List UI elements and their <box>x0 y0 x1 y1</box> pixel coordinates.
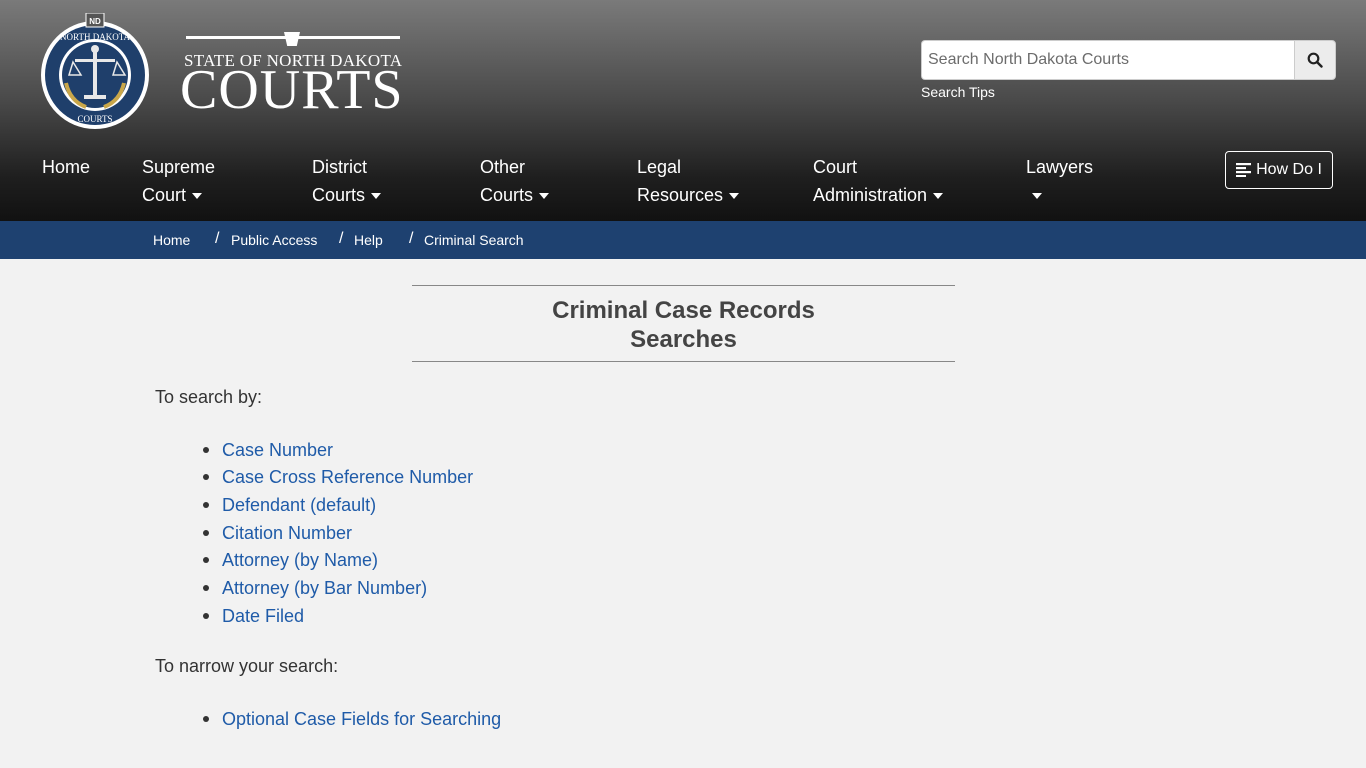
link-citation-number[interactable]: Citation Number <box>222 521 352 545</box>
search-by-label: To search by: <box>155 387 263 407</box>
how-do-i-button[interactable]: How Do I <box>1225 151 1333 189</box>
bullet <box>203 474 209 480</box>
nav-home-label: Home <box>42 157 91 177</box>
search-button[interactable] <box>1294 40 1336 80</box>
site-search <box>921 40 1336 80</box>
caret-down-icon <box>729 193 740 200</box>
breadcrumb-separator: / <box>215 230 220 247</box>
nav-label-line1: District <box>312 157 367 177</box>
nav-label-line1: Legal <box>637 157 682 177</box>
page-title-line1: Criminal Case Records <box>552 297 815 324</box>
seal-top-text: NORTH DAKOTA <box>60 32 130 42</box>
brand-courts-line: COURTS <box>180 59 404 121</box>
nav-home[interactable]: Home <box>42 153 90 181</box>
title-bottom-rule <box>412 361 955 362</box>
nav-label-line2: Resources <box>637 185 724 205</box>
bullet <box>203 585 209 591</box>
title-top-rule <box>412 285 955 286</box>
caret-down-icon <box>933 193 944 200</box>
seal-bottom-text: COURTS <box>78 114 113 124</box>
breadcrumb-help[interactable]: Help <box>354 232 383 248</box>
nav-label-line1: Court <box>813 157 858 177</box>
nav-lawyers[interactable]: Lawyers <box>1026 153 1093 209</box>
bullet <box>203 557 209 563</box>
bullet <box>203 613 209 619</box>
nav-court-administration[interactable]: Court Administration <box>813 153 944 209</box>
bullet <box>203 530 209 536</box>
breadcrumb-separator: / <box>339 230 344 247</box>
caret-down-icon <box>539 193 550 200</box>
nav-label-line2: Courts <box>312 185 366 205</box>
link-case-number[interactable]: Case Number <box>222 438 333 462</box>
link-defendant[interactable]: Defendant (default) <box>222 493 376 517</box>
capitol-icon <box>284 32 300 46</box>
nav-district-courts[interactable]: District Courts <box>312 153 382 209</box>
link-attorney-by-bar-number[interactable]: Attorney (by Bar Number) <box>222 576 427 600</box>
link-attorney-by-name[interactable]: Attorney (by Name) <box>222 548 378 572</box>
page-title-line2: Searches <box>630 326 737 353</box>
link-case-cross-reference-number[interactable]: Case Cross Reference Number <box>222 465 473 489</box>
nav-label-line1: Other <box>480 157 526 177</box>
caret-down-icon <box>371 193 382 200</box>
breadcrumb <box>0 221 1366 259</box>
seal-badge: ND <box>89 17 101 26</box>
nav-other-courts[interactable]: Other Courts <box>480 153 550 209</box>
how-do-i-label: How Do I <box>1256 161 1322 178</box>
site-brand[interactable]: STATE OF NORTH DAKOTA COURTS <box>180 30 410 120</box>
caret-down-icon <box>1032 193 1042 200</box>
bullet <box>203 502 209 508</box>
nav-label-line2: Courts <box>480 185 534 205</box>
align-left-list-icon <box>1236 163 1252 177</box>
nav-legal-resources[interactable]: Legal Resources <box>637 153 740 209</box>
breadcrumb-separator: / <box>409 230 414 247</box>
search-input[interactable] <box>921 40 1294 80</box>
nav-label-line2: Court <box>142 185 187 205</box>
nav-supreme-court[interactable]: Supreme Court <box>142 153 215 209</box>
search-tips-link[interactable]: Search Tips <box>921 84 995 100</box>
nav-label-line1: Supreme <box>142 157 216 177</box>
breadcrumb-home[interactable]: Home <box>153 232 190 248</box>
breadcrumb-criminal-search: Criminal Search <box>424 232 524 248</box>
caret-down-icon <box>192 193 203 200</box>
bullet <box>203 447 209 453</box>
north-dakota-courts-seal-icon[interactable]: ND NORTH DAKOTA COURTS <box>40 13 150 133</box>
page-title: Criminal Case Records Searches <box>412 296 955 354</box>
narrow-search-label: To narrow your search: <box>155 656 339 676</box>
link-date-filed[interactable]: Date Filed <box>222 604 304 628</box>
nav-label-line2: Administration <box>813 185 928 205</box>
breadcrumb-public-access[interactable]: Public Access <box>231 232 317 248</box>
bullet <box>203 716 209 722</box>
link-optional-case-fields[interactable]: Optional Case Fields for Searching <box>222 707 501 731</box>
nav-label-line1: Lawyers <box>1026 157 1094 177</box>
search-icon <box>1307 52 1323 68</box>
